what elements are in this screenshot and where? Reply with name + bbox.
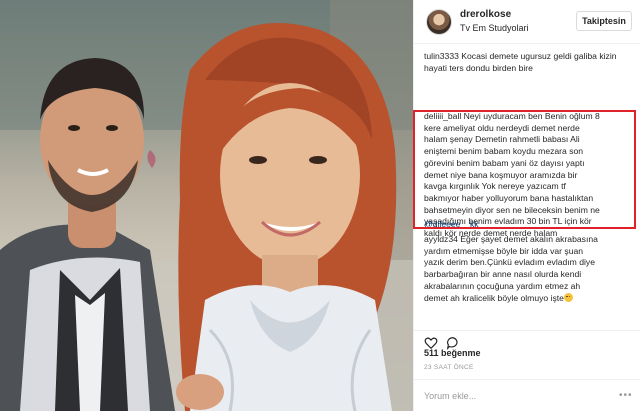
comment-text-line: barbarbağıran bir anne nasıl olurda kend… (424, 269, 582, 280)
add-comment-bar: ••• (414, 379, 640, 411)
avatar[interactable] (426, 9, 452, 35)
comment-username[interactable]: deliiii_ball (424, 111, 461, 121)
comment-text-line: Neyi uyduracam ben Benin oğlum 8 (461, 111, 600, 121)
comment-input[interactable] (424, 389, 604, 403)
comment-text-line: bahsetmeyin diyor sen ne bileceksin beni… (424, 204, 600, 215)
comment-username[interactable]: ayyldz34 (424, 234, 458, 244)
username[interactable]: drerolkose (460, 9, 511, 20)
comment-text-line: yardım etmemişse böyle bir idda var şuan (424, 245, 584, 256)
comment-text-line: demet niye bana koşmuyor aramızda bir (424, 169, 578, 180)
post-timestamp: 23 SAAT ÖNCE (424, 364, 474, 371)
mention-link[interactable]: @dileeee__kk (424, 219, 479, 229)
comment-text-line: bakmıyor haber yolluyorum bana hastalıkt… (424, 192, 594, 203)
comment-item: ayyldz34 Eğer şayet demet akalın akrabas… (424, 234, 634, 304)
comment-text-line: kavga kırgınlık Yok nereye yazıcam tf (424, 181, 566, 192)
likes-count[interactable]: 511 beğenme (424, 348, 481, 358)
post-header: drerolkose Tv Em Studyolari Takiptesin (414, 0, 640, 44)
more-options-icon[interactable]: ••• (619, 390, 633, 401)
comment-text-line: Eğer şayet demet akalın akrabasına (457, 234, 598, 244)
comment-text-line: kere ameliyat oldu nerdeydi demet nerde (424, 122, 580, 133)
post-photo (0, 0, 413, 411)
comment-text-line: yazık derim ben.Çünkü evladım evladım di… (424, 257, 595, 268)
following-button[interactable]: Takiptesin (576, 11, 632, 31)
comment-username[interactable]: tulin3333 (424, 51, 459, 61)
post-panel: drerolkose Tv Em Studyolari Takiptesin t… (413, 0, 640, 411)
comment-item: tulin3333 Kocasi demete ugursuz geldi ga… (424, 51, 634, 79)
comment-text-line: eniştemi benim babam koydu mezara son (424, 146, 584, 157)
photo-illustration (0, 0, 413, 411)
comments-list: tulin3333 Kocasi demete ugursuz geldi ga… (414, 51, 640, 351)
location[interactable]: Tv Em Studyolari (460, 23, 529, 33)
comment-text-line: halam şenay Demetin rahmetli babası Ali (424, 134, 580, 145)
comment-text-line: demet ah kralicelik böyle olmuyo işte (424, 292, 564, 303)
comment-text-line: görevini benim babam yani öz dayısı yapt… (424, 157, 585, 168)
sad-face-icon (563, 292, 573, 302)
comment-text-line: akrabalarının çocuğuna yardım etmez ah (424, 280, 581, 291)
